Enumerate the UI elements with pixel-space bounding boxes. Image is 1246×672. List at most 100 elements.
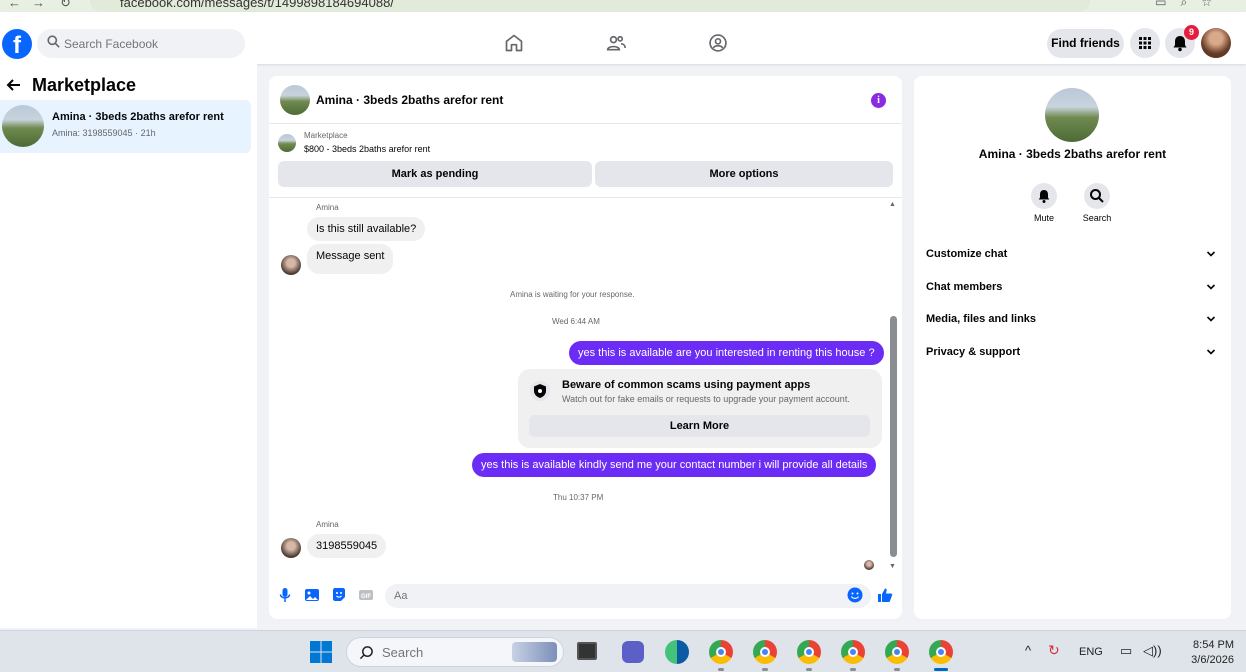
taskbar-search-input[interactable] — [382, 638, 502, 666]
chat-avatar[interactable] — [280, 85, 310, 115]
section-label: Chat members — [926, 281, 1003, 293]
learn-more-button[interactable]: Learn More — [529, 415, 870, 437]
scam-warning-text: Watch out for fake emails or requests to… — [562, 394, 850, 404]
incoming-message[interactable]: 3198559045 — [307, 534, 387, 558]
running-indicator — [718, 668, 724, 671]
listing-label: Marketplace — [304, 131, 348, 140]
listing-thumbnail — [2, 105, 44, 147]
conversation-item[interactable]: Amina · 3beds 2baths arefor rent Amina: … — [0, 100, 251, 153]
sender-name: Amina — [316, 520, 339, 529]
url-text[interactable]: facebook.com/messages/t/1499898184694088… — [120, 0, 394, 10]
timestamp: Wed 6:44 AM — [552, 317, 600, 326]
facebook-logo-icon[interactable]: f — [2, 29, 32, 59]
search-in-chat-button[interactable] — [1084, 183, 1110, 209]
section-label: Customize chat — [926, 248, 1008, 260]
profile-avatar[interactable] — [1201, 28, 1231, 58]
clock-date: 3/6/2026 — [1191, 654, 1234, 666]
sticker-icon[interactable] — [331, 587, 347, 603]
microphone-icon[interactable] — [277, 587, 293, 603]
seen-indicator-avatar — [864, 560, 874, 570]
reload-icon[interactable]: ↻ — [60, 0, 71, 11]
search-icon — [359, 646, 373, 660]
chrome-icon[interactable] — [709, 640, 733, 664]
photo-icon[interactable] — [304, 587, 320, 603]
chevron-down-icon — [1206, 349, 1216, 355]
gif-icon[interactable]: GIF — [358, 587, 374, 603]
running-indicator — [762, 668, 768, 671]
incoming-message[interactable]: Is this still available? — [307, 217, 426, 241]
listing-price-title: $800 - 3beds 2baths arefor rent — [304, 144, 431, 154]
page-title: Marketplace — [32, 75, 137, 95]
outgoing-message[interactable]: yes this is available are you interested… — [569, 341, 884, 365]
bell-icon — [1038, 190, 1050, 203]
system-clock[interactable]: 8:54 PM 3/6/2026 — [1170, 638, 1234, 668]
edge-icon[interactable] — [665, 640, 689, 664]
avatar[interactable] — [281, 255, 301, 275]
message-input[interactable] — [385, 584, 871, 608]
chevron-down-icon — [1206, 316, 1216, 322]
active-indicator — [934, 668, 948, 671]
language-indicator[interactable]: ENG — [1079, 646, 1103, 658]
scroll-up-arrow-icon[interactable]: ▲ — [889, 201, 896, 208]
clock-time: 8:54 PM — [1193, 639, 1234, 651]
svg-text:GIF: GIF — [361, 594, 371, 600]
message-composer: GIF — [269, 575, 902, 619]
emoji-icon[interactable] — [847, 587, 863, 603]
conversation-name: Amina · 3beds 2baths arefor rent — [52, 111, 224, 123]
waiting-notice: Amina is waiting for your response. — [510, 290, 635, 299]
scroll-down-arrow-icon[interactable]: ▼ — [889, 563, 896, 570]
running-indicator — [894, 668, 900, 671]
find-friends-button[interactable]: Find friends — [1047, 29, 1124, 58]
search-box[interactable] — [37, 29, 245, 58]
forward-arrow-icon[interactable]: → — [32, 0, 45, 10]
mark-as-pending-button[interactable]: Mark as pending — [278, 161, 592, 187]
volume-icon[interactable]: ◁)) — [1143, 643, 1162, 659]
mute-button[interactable] — [1031, 183, 1057, 209]
outgoing-message[interactable]: yes this is available kindly send me you… — [472, 453, 877, 477]
top-navigation-bar: f Find friends — [0, 12, 1246, 64]
mute-label: Mute — [1033, 213, 1054, 223]
chrome-icon[interactable] — [841, 640, 865, 664]
conversation-preview: Amina: 3198559045 · 21h — [52, 128, 156, 138]
info-icon[interactable]: i — [871, 93, 886, 108]
scrollbar[interactable] — [890, 316, 897, 557]
browser-toolbar: ← → ↻ facebook.com/messages/t/1499898184… — [0, 0, 1246, 12]
menu-button[interactable] — [1130, 28, 1160, 58]
media-files-links-section[interactable]: Media, files and links — [914, 306, 1231, 334]
privacy-support-section[interactable]: Privacy & support — [914, 339, 1231, 367]
task-view-icon[interactable] — [577, 642, 597, 660]
chat-members-section[interactable]: Chat members — [914, 274, 1231, 302]
taskbar-search[interactable] — [346, 637, 564, 667]
thumbs-up-icon[interactable] — [877, 587, 893, 603]
listing-summary[interactable]: Marketplace $800 - 3beds 2baths arefor r… — [269, 125, 902, 159]
more-options-button[interactable]: More options — [595, 161, 893, 187]
incoming-message[interactable]: Message sent — [307, 244, 394, 274]
chat-title[interactable]: Amina · 3beds 2baths arefor rent — [316, 93, 503, 107]
search-highlight-icon — [512, 642, 557, 662]
notification-badge: 9 — [1184, 25, 1199, 40]
tray-expand-icon[interactable]: ^ — [1025, 643, 1031, 658]
groups-icon[interactable] — [708, 33, 728, 53]
browser-action-icons[interactable]: ▭⌕☆ — [1155, 0, 1226, 10]
search-label: Search — [1082, 213, 1112, 223]
search-input[interactable] — [64, 29, 234, 58]
avatar[interactable] — [281, 538, 301, 558]
windows-start-icon[interactable] — [310, 641, 332, 663]
back-arrow-icon[interactable] — [6, 77, 22, 93]
chrome-icon[interactable] — [929, 640, 953, 664]
section-label: Privacy & support — [926, 346, 1021, 358]
grid-menu-icon — [1139, 37, 1151, 49]
chat-panel: Amina · 3beds 2baths arefor rent i Marke… — [269, 76, 902, 619]
network-icon[interactable]: ▭ — [1120, 643, 1132, 659]
chrome-icon[interactable] — [753, 640, 777, 664]
contact-avatar[interactable] — [1045, 88, 1099, 142]
scam-warning-card: Beware of common scams using payment app… — [518, 369, 882, 448]
customize-chat-section[interactable]: Customize chat — [914, 241, 1231, 269]
back-arrow-icon[interactable]: ← — [8, 0, 21, 10]
friends-icon[interactable] — [606, 33, 626, 53]
home-icon[interactable] — [504, 33, 524, 53]
chrome-icon[interactable] — [885, 640, 909, 664]
chrome-icon[interactable] — [797, 640, 821, 664]
chat-app-icon[interactable] — [622, 641, 644, 663]
sync-icon[interactable]: ↻ — [1048, 642, 1060, 659]
